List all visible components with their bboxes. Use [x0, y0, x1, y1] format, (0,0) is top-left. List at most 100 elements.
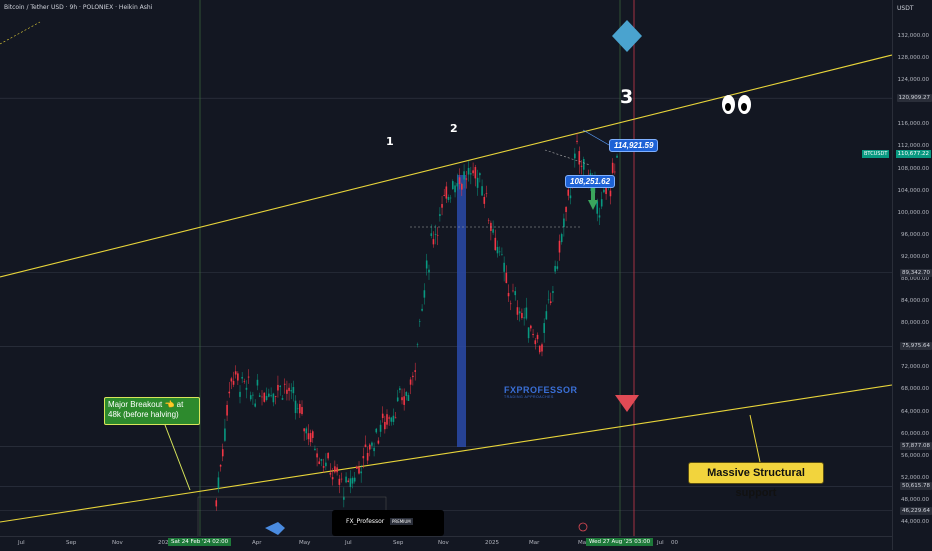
premium-badge: PREMIUM — [390, 518, 413, 525]
price-tick: 96,000.00 — [901, 232, 929, 238]
time-axis[interactable]: JulSepNov202AprMayJulSepNov2025MarMayJul… — [0, 536, 892, 551]
candle-body — [239, 392, 241, 397]
candle-body — [526, 308, 528, 319]
candle-body — [259, 395, 261, 396]
candle-body — [417, 344, 419, 345]
candle-body — [441, 204, 443, 208]
candle-body — [603, 190, 605, 192]
time-tick: Jul — [345, 540, 352, 546]
candle-body — [532, 334, 534, 335]
candle-body — [435, 234, 437, 235]
candle-body — [424, 290, 426, 297]
candle-body — [419, 321, 421, 322]
candle-body — [463, 171, 465, 179]
candle-body — [430, 233, 432, 236]
candle-body — [596, 201, 598, 214]
candle-body — [244, 381, 246, 382]
candle-body — [403, 396, 405, 405]
candle-body — [450, 198, 452, 199]
candle-body — [393, 416, 395, 422]
candle-body — [332, 477, 334, 479]
candle-body — [452, 181, 454, 189]
candle-body — [401, 397, 403, 400]
candle-body — [546, 311, 548, 319]
candle-body — [475, 167, 477, 178]
candle-body — [257, 380, 259, 386]
candle-body — [231, 378, 233, 381]
candle-body — [261, 397, 263, 398]
support-annotation[interactable]: Massive Structural support — [688, 462, 824, 484]
price-chart[interactable] — [0, 0, 892, 536]
candle-body — [479, 173, 481, 175]
candle-body — [367, 453, 369, 461]
candle-body — [250, 395, 252, 399]
candle-body — [295, 401, 297, 413]
candle-body — [226, 405, 228, 416]
price-tick: 44,000.00 — [901, 519, 929, 525]
author-card[interactable]: FX_Professor PREMIUM — [332, 510, 444, 536]
price-tick: 92,000.00 — [901, 254, 929, 260]
candle-body — [466, 178, 468, 179]
price-axis[interactable]: 132,000.00128,000.00124,000.00116,000.00… — [892, 0, 932, 550]
candle-body — [316, 453, 318, 457]
candle-body — [530, 326, 532, 329]
price-tick: 52,000.00 — [901, 475, 929, 481]
candle-body — [286, 390, 288, 394]
price-tick: 56,000.00 — [901, 453, 929, 459]
candle-body — [220, 465, 222, 467]
price-tick: 128,000.00 — [898, 55, 930, 61]
candle-body — [347, 481, 349, 482]
candle-body — [501, 254, 503, 255]
candle-body — [254, 404, 256, 407]
candle-body — [539, 346, 541, 353]
candle-body — [472, 170, 474, 173]
candle-body — [288, 388, 290, 391]
candle-body — [279, 386, 281, 387]
candle-body — [303, 428, 305, 431]
candle-body — [308, 433, 310, 439]
price-tick: 80,000.00 — [901, 320, 929, 326]
candle-body — [408, 395, 410, 401]
candle-body — [224, 429, 226, 441]
candle-body — [599, 215, 601, 217]
candle-body — [263, 393, 265, 402]
candle-body — [405, 392, 407, 396]
breakout-annotation[interactable]: Major Breakout 👈 at 48k (before halving) — [104, 397, 200, 425]
callout-high[interactable]: 114,921.59 — [609, 139, 658, 152]
candle-body — [237, 373, 239, 380]
candle-body — [284, 384, 286, 385]
candle-body — [330, 473, 332, 475]
candle-body — [570, 195, 572, 198]
candle-body — [293, 387, 295, 393]
event-icon — [579, 523, 587, 531]
price-level-badge: 75,975.64 — [900, 342, 932, 350]
candle-body — [523, 317, 525, 318]
candle-body — [468, 168, 470, 175]
candle-body — [222, 449, 224, 456]
candle-body — [321, 459, 323, 461]
wave-label-1: 1 — [386, 135, 394, 148]
candle-body — [443, 195, 445, 196]
candle-body — [384, 422, 386, 429]
price-tick: 112,000.00 — [898, 143, 930, 149]
candle-body — [334, 466, 336, 472]
candle-body — [616, 156, 618, 158]
price-tick: 68,000.00 — [901, 386, 929, 392]
dashed-channel-line — [545, 150, 590, 165]
candle-body — [508, 293, 510, 296]
currency-label[interactable]: USDT — [897, 5, 914, 12]
candle-body — [512, 291, 514, 292]
candles — [215, 133, 617, 511]
watermark-title: FXPROFESSOR — [504, 385, 578, 395]
candle-body — [268, 394, 270, 397]
candle-body — [363, 456, 365, 458]
time-tick: Nov — [112, 540, 123, 546]
candle-body — [327, 453, 329, 458]
dotted-trend-line — [0, 22, 40, 44]
candle-body — [386, 414, 388, 424]
candle-body — [382, 414, 384, 418]
diamond-marker-icon — [612, 20, 642, 52]
candle-body — [433, 239, 435, 244]
triangle-down-marker-icon — [615, 395, 639, 412]
callout-low[interactable]: 108,251.62 — [565, 175, 615, 188]
